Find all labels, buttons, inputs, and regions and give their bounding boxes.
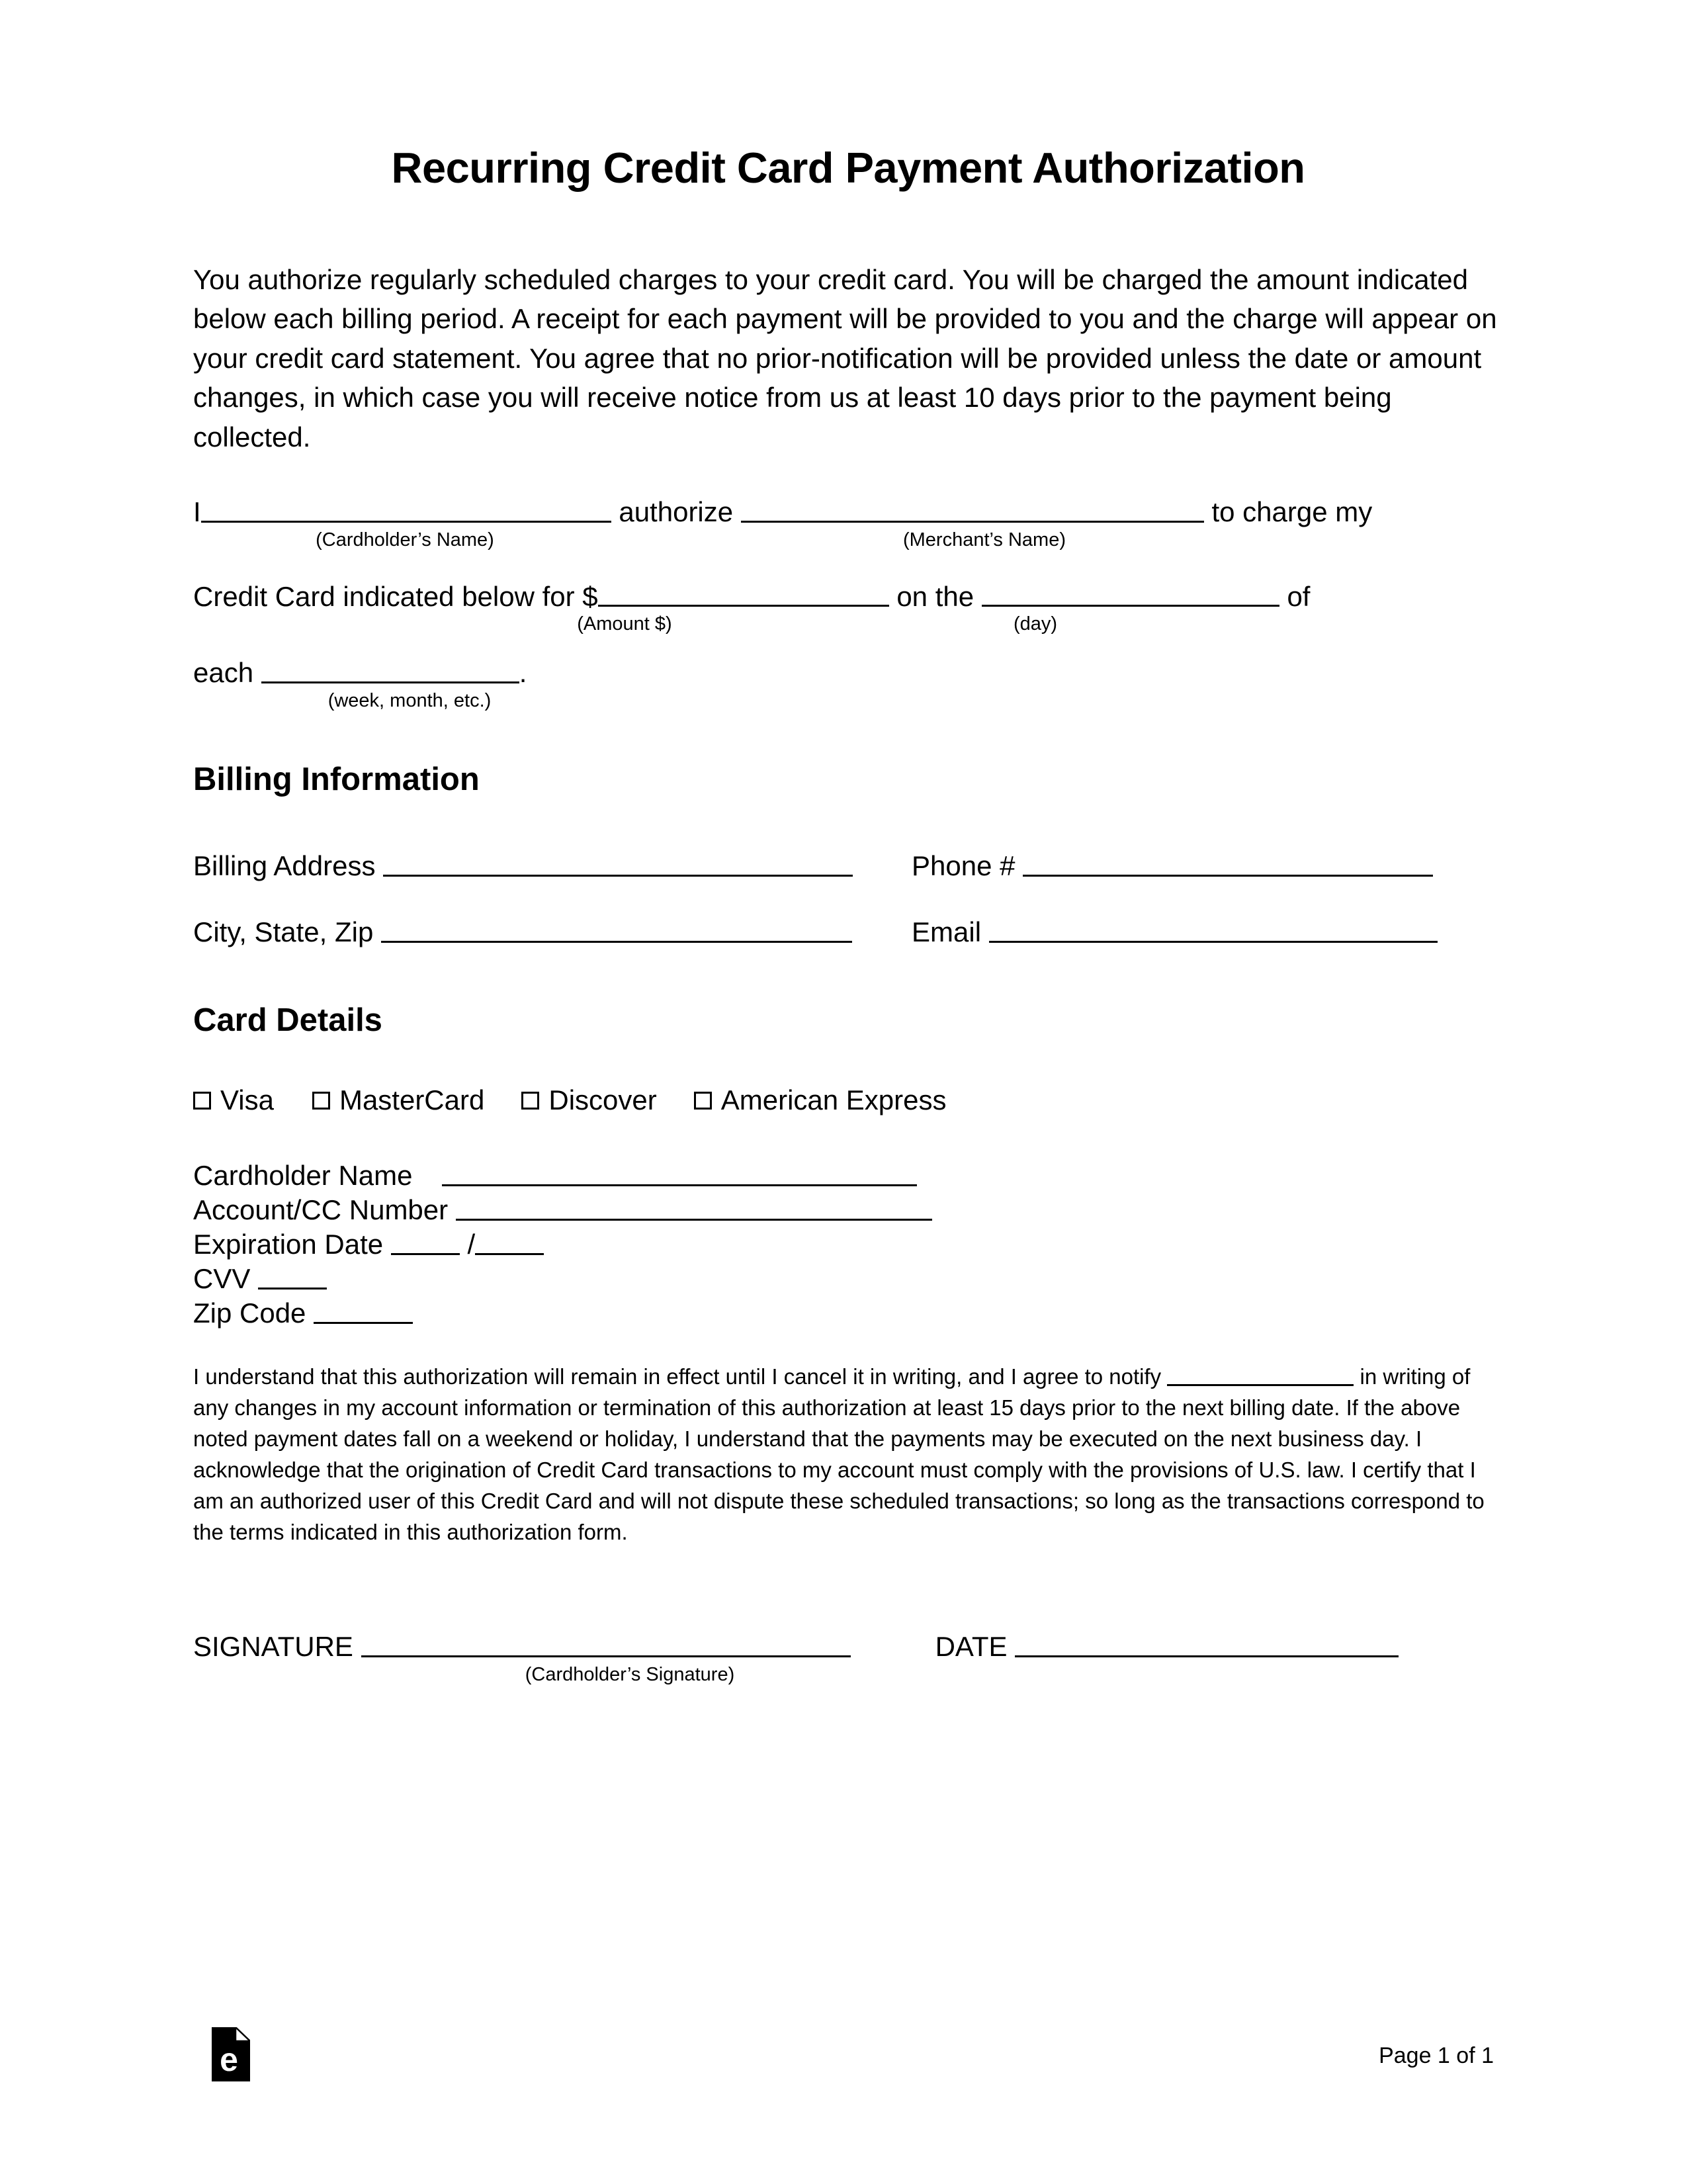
billing-information-heading: Billing Information (193, 762, 480, 798)
terms-paragraph: I understand that this authorization wil… (193, 1362, 1503, 1548)
card-type-american-express-label: American Express (720, 1084, 947, 1115)
account-number-blank[interactable] (455, 1192, 932, 1221)
auth-line2-suffix: of (1287, 580, 1311, 612)
day-blank[interactable] (981, 579, 1279, 607)
city-state-zip-row: City, State, Zip Email (193, 914, 1503, 946)
signature-blank[interactable] (361, 1629, 851, 1657)
card-type-checkbox-group: Visa MasterCard Discover American Express (193, 1086, 1503, 1114)
cvv-blank[interactable] (258, 1261, 327, 1290)
city-state-zip-blank[interactable] (380, 914, 852, 943)
checkbox-icon[interactable] (521, 1091, 540, 1110)
authorization-line-3-captions: (week, month, etc.) (193, 691, 1503, 711)
authorization-line-1-captions: (Cardholder’s Name) (Merchant’s Name) (193, 529, 1503, 550)
page-title: Recurring Credit Card Payment Authorizat… (391, 144, 1305, 192)
cardholder-name-row: Cardholder Name (193, 1158, 1503, 1192)
expiration-month-blank[interactable] (390, 1227, 460, 1255)
terms-part-1: I understand that this authorization wil… (193, 1364, 1162, 1389)
authorization-line-3: each . (193, 655, 1503, 687)
auth-line3-prefix: each (193, 657, 254, 689)
checkbox-icon[interactable] (312, 1091, 330, 1110)
auth-line1-suffix: to charge my (1211, 496, 1373, 527)
document-content: Recurring Credit Card Payment Authorizat… (193, 0, 1503, 1684)
zip-code-blank[interactable] (314, 1295, 413, 1325)
date-label: DATE (935, 1630, 1008, 1662)
email-label: Email (912, 916, 982, 947)
card-type-mastercard[interactable]: MasterCard (312, 1086, 484, 1114)
amount-blank[interactable] (597, 579, 889, 607)
signature-row: SIGNATURE DATE (193, 1629, 1503, 1661)
expiration-year-blank[interactable] (475, 1227, 544, 1255)
page-number: Page 1 of 1 (1379, 2043, 1494, 2068)
card-type-discover[interactable]: Discover (521, 1084, 657, 1115)
caption-cardholder-name: (Cardholder’s Name) (316, 529, 494, 550)
caption-amount: (Amount $) (577, 613, 672, 635)
email-blank[interactable] (988, 914, 1438, 943)
card-type-visa[interactable]: Visa (193, 1086, 274, 1114)
notify-party-blank[interactable] (1167, 1364, 1354, 1387)
account-number-label: Account/CC Number (193, 1194, 449, 1225)
billing-address-row: Billing Address Phone # (193, 848, 1503, 880)
cardholder-name-blank[interactable] (200, 494, 611, 523)
terms-part-2: in writing of any changes in my account … (193, 1364, 1485, 1544)
phone-label: Phone # (912, 850, 1016, 882)
eforms-logo-icon: e (212, 2025, 253, 2081)
auth-line2-middle: on the (896, 580, 974, 612)
caption-period: (week, month, etc.) (327, 690, 492, 712)
authorization-line-2-captions: (Amount $) (day) (193, 615, 1503, 634)
page-footer: e Page 1 of 1 (193, 2025, 1494, 2104)
caption-day: (day) (1013, 613, 1058, 635)
auth-line1-middle: authorize (619, 496, 734, 527)
auth-line1-prefix: I (193, 496, 201, 527)
signature-label: SIGNATURE (193, 1630, 353, 1662)
svg-text:e: e (220, 2041, 238, 2078)
authorization-line-1: I authorize to charge my (193, 494, 1503, 526)
billing-address-label: Billing Address (193, 850, 376, 882)
billing-address-field: Billing Address (193, 848, 912, 880)
auth-line2-prefix: Credit Card indicated below for $ (193, 580, 598, 612)
signature-caption-row: (Cardholder’s Signature) (193, 1665, 1503, 1684)
intro-paragraph: You authorize regularly scheduled charge… (193, 263, 1497, 453)
expiration-separator: / (467, 1229, 476, 1260)
expiration-date-row: Expiration Date / (193, 1227, 1503, 1261)
zip-code-row: Zip Code (193, 1295, 1503, 1330)
email-field: Email (912, 914, 1438, 946)
cardholder-name-input-blank[interactable] (441, 1158, 917, 1186)
phone-field: Phone # (912, 848, 1434, 882)
card-type-visa-label: Visa (220, 1084, 274, 1115)
billing-address-blank[interactable] (383, 848, 853, 877)
card-type-discover-label: Discover (548, 1084, 657, 1115)
checkbox-icon[interactable] (193, 1091, 211, 1110)
card-type-american-express[interactable]: American Express (693, 1084, 947, 1115)
date-blank[interactable] (1015, 1629, 1399, 1657)
phone-blank[interactable] (1023, 848, 1434, 877)
period-blank[interactable] (261, 655, 519, 684)
city-state-zip-field: City, State, Zip (193, 914, 912, 946)
card-type-mastercard-label: MasterCard (339, 1084, 485, 1115)
zip-code-label: Zip Code (193, 1297, 306, 1329)
caption-merchant-name: (Merchant’s Name) (902, 529, 1066, 550)
cvv-label: CVV (193, 1263, 251, 1295)
expiration-date-label: Expiration Date (193, 1229, 384, 1260)
cardholder-name-label: Cardholder Name (193, 1159, 413, 1191)
auth-line3-suffix: . (519, 657, 527, 689)
merchant-name-blank[interactable] (740, 494, 1204, 523)
caption-cardholder-signature: (Cardholder’s Signature) (525, 1663, 735, 1685)
authorization-line-2: Credit Card indicated below for $ on the… (193, 579, 1503, 611)
checkbox-icon[interactable] (693, 1091, 712, 1110)
account-number-row: Account/CC Number (193, 1192, 1503, 1227)
card-details-heading: Card Details (193, 1002, 382, 1038)
cvv-row: CVV (193, 1261, 1503, 1295)
city-state-zip-label: City, State, Zip (193, 916, 374, 947)
document-page: Recurring Credit Card Payment Authorizat… (0, 0, 1687, 2184)
